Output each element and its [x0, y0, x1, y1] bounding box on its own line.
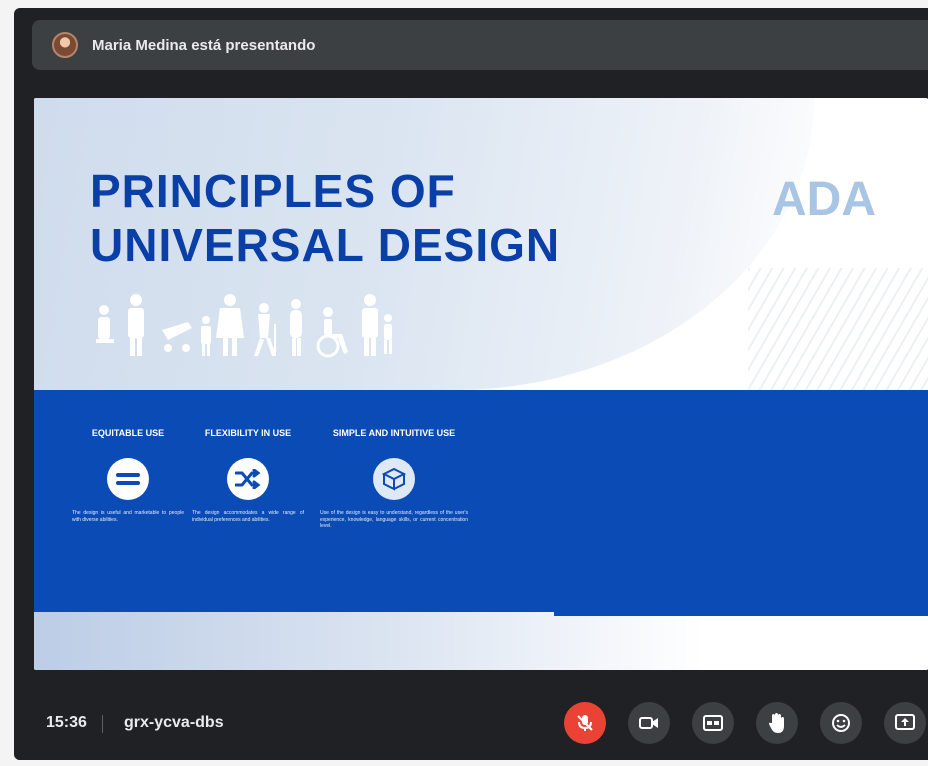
slide-title-line-1: PRINCIPLES OF	[90, 165, 456, 217]
slide-title-line-2: UNIVERSAL DESIGN	[90, 219, 561, 271]
principle-title: SIMPLE AND INTUITIVE USE	[332, 428, 456, 438]
avatar	[52, 32, 78, 58]
video-camera-icon	[639, 717, 658, 729]
equals-icon	[107, 458, 149, 500]
emoji-button[interactable]	[820, 702, 862, 744]
mic-off-icon	[577, 715, 593, 731]
meeting-controls-bar: 15:36 grx-ycva-dbs	[14, 684, 928, 760]
band-bottom-gradient	[34, 612, 928, 670]
cube-icon	[373, 458, 415, 500]
principle-equitable-use: EQUITABLE USE The design is useful and m…	[72, 428, 184, 523]
divider	[102, 715, 103, 733]
hand-icon	[769, 713, 784, 733]
principle-description: Use of the design is easy to understand,…	[320, 510, 468, 529]
present-button[interactable]	[884, 702, 926, 744]
presenter-label: Maria Medina está presentando	[92, 36, 316, 54]
slide-side-label: ADA	[772, 173, 876, 226]
meeting-code: grx-ycva-dbs	[124, 714, 224, 731]
diverse-people-icon	[96, 294, 392, 358]
present-screen-icon	[895, 714, 915, 730]
shuffle-icon	[227, 458, 269, 500]
captions-button[interactable]	[692, 702, 734, 744]
raise-hand-button[interactable]	[756, 702, 798, 744]
microphone-off-button[interactable]	[564, 702, 606, 744]
slide-title: PRINCIPLES OF UNIVERSAL DESIGN	[90, 164, 560, 272]
principle-description: The design accommodates a wide range of …	[192, 510, 304, 523]
band-accent	[554, 576, 928, 616]
meeting-time: 15:36	[46, 714, 87, 731]
people-icons	[92, 294, 442, 358]
camera-button[interactable]	[628, 702, 670, 744]
principle-simple-intuitive-use: SIMPLE AND INTUITIVE USE Use of the desi…	[320, 428, 468, 530]
presenter-banner: Maria Medina está presentando	[32, 20, 928, 70]
closed-captions-icon	[703, 715, 723, 731]
principle-flexibility-in-use: FLEXIBILITY IN USE The design accommodat…	[192, 428, 304, 523]
principle-title: EQUITABLE USE	[91, 428, 165, 438]
principle-description: The design is useful and marketable to p…	[72, 510, 184, 523]
shared-slide: PRINCIPLES OF UNIVERSAL DESIGN ADA EQUIT…	[34, 98, 928, 670]
principle-title: FLEXIBILITY IN USE	[204, 428, 292, 438]
meet-window: Maria Medina está presentando PRINCIPLES…	[14, 8, 928, 760]
emoji-icon	[832, 714, 850, 732]
